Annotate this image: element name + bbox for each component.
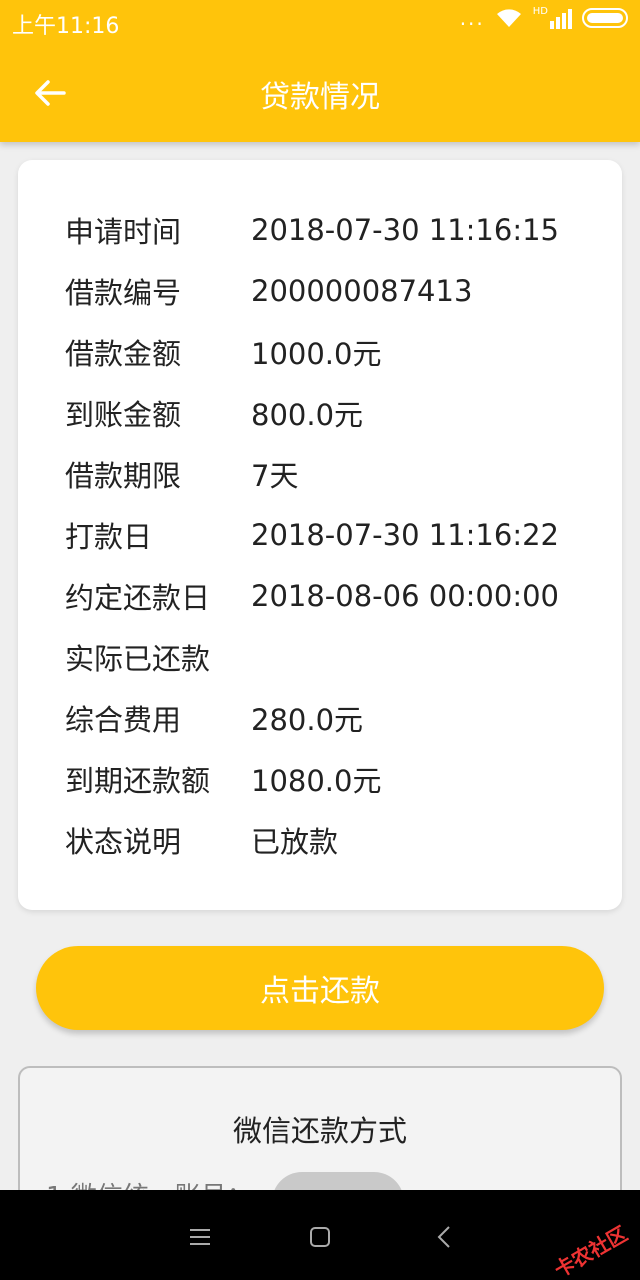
info-label: 打款日 bbox=[65, 520, 153, 554]
info-label: 借款编号 bbox=[65, 276, 182, 310]
info-row-loan-amount: 借款金额 1000.0元 bbox=[65, 330, 585, 374]
status-time: 上午11:16 bbox=[12, 14, 120, 39]
info-value: 200000087413 bbox=[251, 274, 473, 308]
loan-info-card: 申请时间 2018-07-30 11:16:15 借款编号 2000000874… bbox=[18, 160, 622, 910]
info-row-loan-term: 借款期限 7天 bbox=[65, 452, 585, 496]
info-row-loan-number: 借款编号 200000087413 bbox=[65, 269, 585, 313]
info-label: 借款期限 bbox=[65, 459, 182, 493]
menu-key[interactable] bbox=[180, 1220, 220, 1254]
info-value: 2018-07-30 11:16:22 bbox=[251, 518, 559, 552]
app-bar: 贷款情况 bbox=[0, 44, 640, 142]
info-value: 280.0元 bbox=[251, 703, 364, 737]
wechat-repay-title: 微信还款方式 bbox=[232, 1114, 407, 1148]
wifi-icon bbox=[496, 9, 521, 27]
info-row-repaid: 实际已还款 bbox=[65, 635, 585, 679]
top-bar: 上午11:16 ... HD 贷款情况 bbox=[0, 0, 640, 142]
info-value: 1000.0元 bbox=[251, 337, 382, 371]
status-bar: 上午11:16 ... HD bbox=[0, 0, 640, 44]
menu-icon bbox=[190, 1229, 210, 1245]
signal-icon: HD bbox=[533, 7, 572, 29]
info-row-payout-date: 打款日 2018-07-30 11:16:22 bbox=[65, 513, 585, 557]
info-value: 1080.0元 bbox=[251, 764, 382, 798]
info-row-due-amount: 到期还款额 1080.0元 bbox=[65, 757, 585, 801]
info-label: 到账金额 bbox=[65, 398, 182, 432]
info-value: 2018-07-30 11:16:15 bbox=[251, 213, 559, 247]
info-label: 申请时间 bbox=[65, 215, 182, 249]
info-label: 综合费用 bbox=[65, 703, 182, 737]
status-value: 已放款 bbox=[251, 825, 339, 859]
hd-label: HD bbox=[532, 6, 548, 17]
more-dots-icon: ... bbox=[459, 6, 485, 30]
home-square-icon bbox=[310, 1227, 330, 1247]
info-value: 800.0元 bbox=[251, 398, 364, 432]
battery-icon bbox=[582, 8, 628, 28]
info-label: 约定还款日 bbox=[65, 581, 211, 615]
info-label: 到期还款额 bbox=[65, 764, 211, 798]
info-row-received-amount: 到账金额 800.0元 bbox=[65, 391, 585, 435]
info-row-status: 状态说明 已放款 bbox=[65, 818, 585, 862]
info-label: 实际已还款 bbox=[65, 642, 211, 676]
info-value: 2018-08-06 00:00:00 bbox=[251, 579, 559, 613]
info-row-apply-time: 申请时间 2018-07-30 11:16:15 bbox=[65, 208, 585, 252]
chevron-left-icon bbox=[437, 1226, 450, 1248]
system-nav-bar bbox=[0, 1190, 640, 1280]
info-row-total-fee: 综合费用 280.0元 bbox=[65, 696, 585, 740]
page-title: 贷款情况 bbox=[260, 80, 380, 115]
repay-button[interactable]: 点击还款 bbox=[36, 946, 604, 1030]
info-label: 状态说明 bbox=[65, 825, 182, 859]
status-icons: ... HD bbox=[460, 6, 628, 30]
info-value: 7天 bbox=[251, 459, 299, 493]
back-key[interactable] bbox=[424, 1220, 464, 1254]
info-row-due-date: 约定还款日 2018-08-06 00:00:00 bbox=[65, 574, 585, 618]
home-key[interactable] bbox=[300, 1220, 340, 1254]
info-label: 借款金额 bbox=[65, 337, 182, 371]
